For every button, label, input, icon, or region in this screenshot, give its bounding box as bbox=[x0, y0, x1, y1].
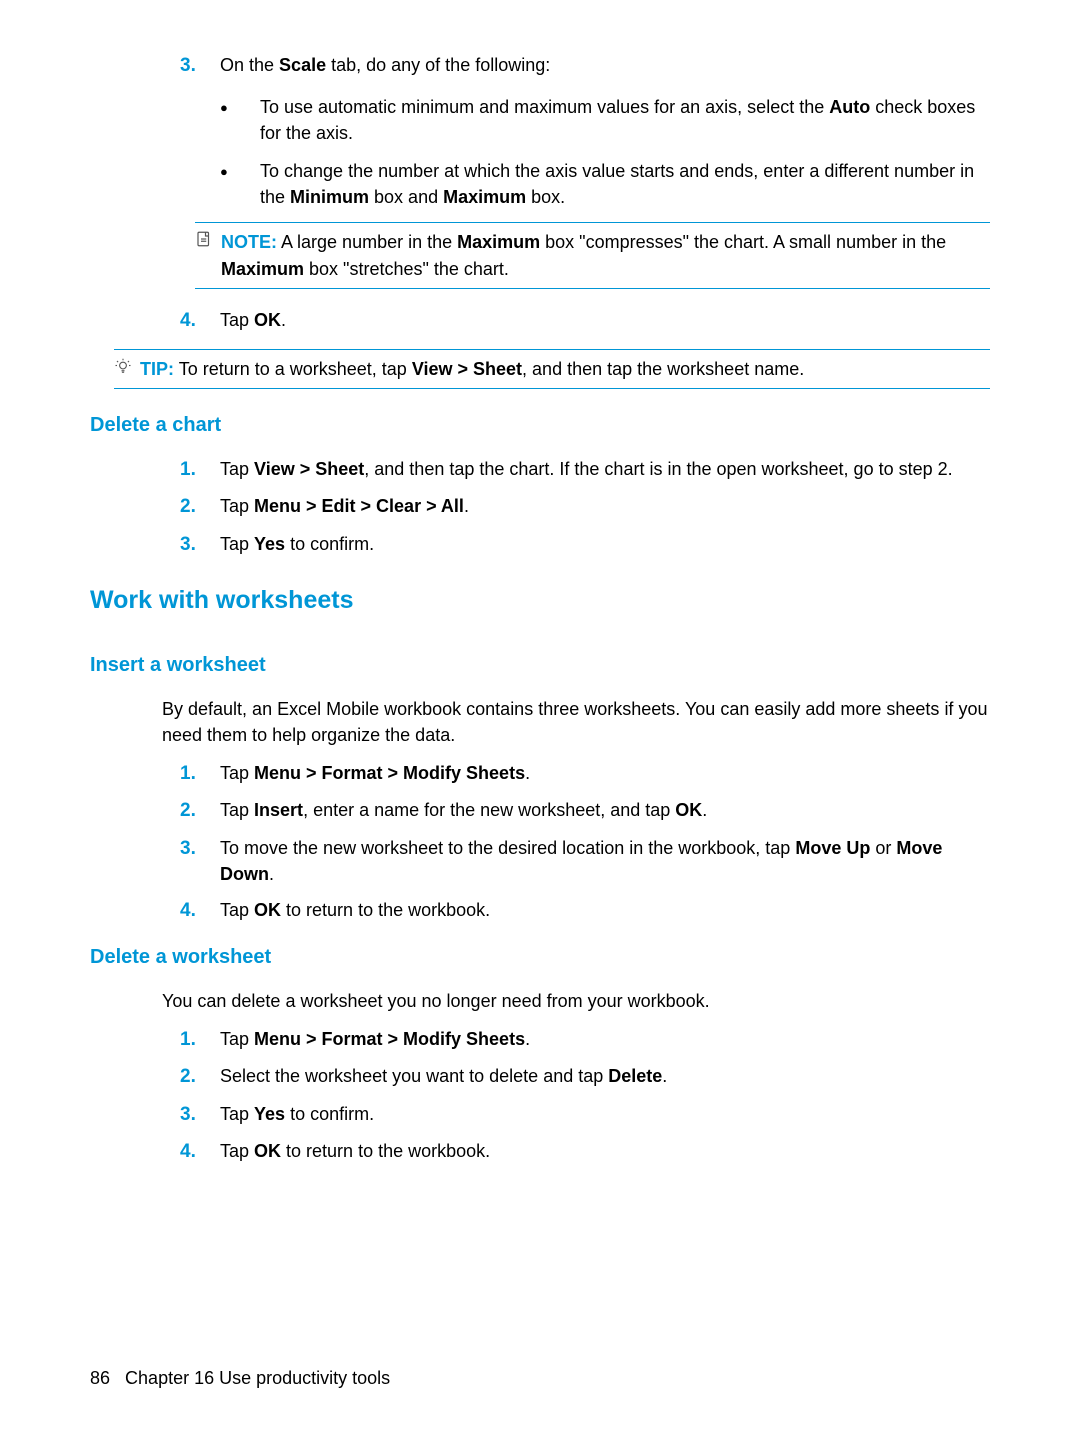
page-content: 3. On the Scale tab, do any of the follo… bbox=[90, 52, 990, 1166]
step-body: Tap Yes to confirm. bbox=[220, 531, 990, 559]
delete-ws-step-2: 2. Select the worksheet you want to dele… bbox=[180, 1063, 990, 1091]
step-number: 1. bbox=[180, 1026, 220, 1054]
step-number: 3. bbox=[180, 52, 220, 84]
insert-ws-step-1: 1. Tap Menu > Format > Modify Sheets. bbox=[180, 760, 990, 788]
step-number: 2. bbox=[180, 493, 220, 521]
page-footer: 86 Chapter 16 Use productivity tools bbox=[90, 1365, 390, 1391]
heading-delete-worksheet: Delete a worksheet bbox=[90, 943, 990, 972]
step-text: Tap OK. bbox=[220, 307, 990, 333]
insert-worksheet-intro: By default, an Excel Mobile workbook con… bbox=[162, 696, 990, 748]
page-number: 86 bbox=[90, 1368, 110, 1388]
bullet-text: To change the number at which the axis v… bbox=[260, 158, 990, 210]
bullet-icon: ● bbox=[220, 158, 260, 210]
bullet-icon: ● bbox=[220, 94, 260, 146]
step-body: Tap Menu > Format > Modify Sheets. bbox=[220, 760, 990, 788]
tip-box: TIP: To return to a worksheet, tap View … bbox=[114, 349, 990, 389]
step-body: Tap View > Sheet, and then tap the chart… bbox=[220, 456, 990, 484]
delete-ws-step-1: 1. Tap Menu > Format > Modify Sheets. bbox=[180, 1026, 990, 1054]
note-body: NOTE: A large number in the Maximum box … bbox=[221, 229, 990, 281]
step-body: Tap OK to return to the workbook. bbox=[220, 1138, 990, 1166]
step-4: 4. Tap OK. bbox=[180, 307, 990, 339]
insert-ws-step-4: 4. Tap OK to return to the workbook. bbox=[180, 897, 990, 925]
delete-ws-step-3: 3. Tap Yes to confirm. bbox=[180, 1101, 990, 1129]
bullet-text: To use automatic minimum and maximum val… bbox=[260, 94, 990, 146]
step-number: 1. bbox=[180, 760, 220, 788]
step-body: Tap Menu > Edit > Clear > All. bbox=[220, 493, 990, 521]
step-body: To move the new worksheet to the desired… bbox=[220, 835, 990, 887]
step-number: 4. bbox=[180, 897, 220, 925]
step-body: Tap Yes to confirm. bbox=[220, 1101, 990, 1129]
insert-ws-step-2: 2. Tap Insert, enter a name for the new … bbox=[180, 797, 990, 825]
step-3: 3. On the Scale tab, do any of the follo… bbox=[180, 52, 990, 84]
heading-work-with-worksheets: Work with worksheets bbox=[90, 582, 990, 618]
tip-body: TIP: To return to a worksheet, tap View … bbox=[140, 356, 990, 382]
step-body: Tap Menu > Format > Modify Sheets. bbox=[220, 1026, 990, 1054]
note-icon bbox=[195, 229, 221, 281]
delete-chart-step-2: 2. Tap Menu > Edit > Clear > All. bbox=[180, 493, 990, 521]
note-box: NOTE: A large number in the Maximum box … bbox=[195, 222, 990, 288]
insert-ws-step-3: 3. To move the new worksheet to the desi… bbox=[180, 835, 990, 887]
step-body: Select the worksheet you want to delete … bbox=[220, 1063, 990, 1091]
step-body: On the Scale tab, do any of the followin… bbox=[220, 52, 990, 84]
step-number: 4. bbox=[180, 307, 220, 339]
delete-chart-step-1: 1. Tap View > Sheet, and then tap the ch… bbox=[180, 456, 990, 484]
chapter-label: Chapter 16 Use productivity tools bbox=[125, 1368, 390, 1388]
lightbulb-icon bbox=[114, 356, 140, 382]
step-number: 3. bbox=[180, 835, 220, 887]
step-number: 4. bbox=[180, 1138, 220, 1166]
step-number: 2. bbox=[180, 797, 220, 825]
step-body: Tap OK. bbox=[220, 307, 990, 339]
note-label: NOTE: bbox=[221, 232, 277, 252]
step-body: Tap OK to return to the workbook. bbox=[220, 897, 990, 925]
bullet-minmax: ● To change the number at which the axis… bbox=[220, 158, 990, 210]
heading-insert-worksheet: Insert a worksheet bbox=[90, 651, 990, 680]
step-number: 1. bbox=[180, 456, 220, 484]
step-text: On the Scale tab, do any of the followin… bbox=[220, 52, 990, 78]
tip-label: TIP: bbox=[140, 359, 174, 379]
step-number: 3. bbox=[180, 1101, 220, 1129]
delete-worksheet-intro: You can delete a worksheet you no longer… bbox=[162, 988, 990, 1014]
step-number: 3. bbox=[180, 531, 220, 559]
heading-delete-chart: Delete a chart bbox=[90, 411, 990, 440]
delete-chart-step-3: 3. Tap Yes to confirm. bbox=[180, 531, 990, 559]
step-body: Tap Insert, enter a name for the new wor… bbox=[220, 797, 990, 825]
step-number: 2. bbox=[180, 1063, 220, 1091]
bullet-auto: ● To use automatic minimum and maximum v… bbox=[220, 94, 990, 146]
delete-ws-step-4: 4. Tap OK to return to the workbook. bbox=[180, 1138, 990, 1166]
